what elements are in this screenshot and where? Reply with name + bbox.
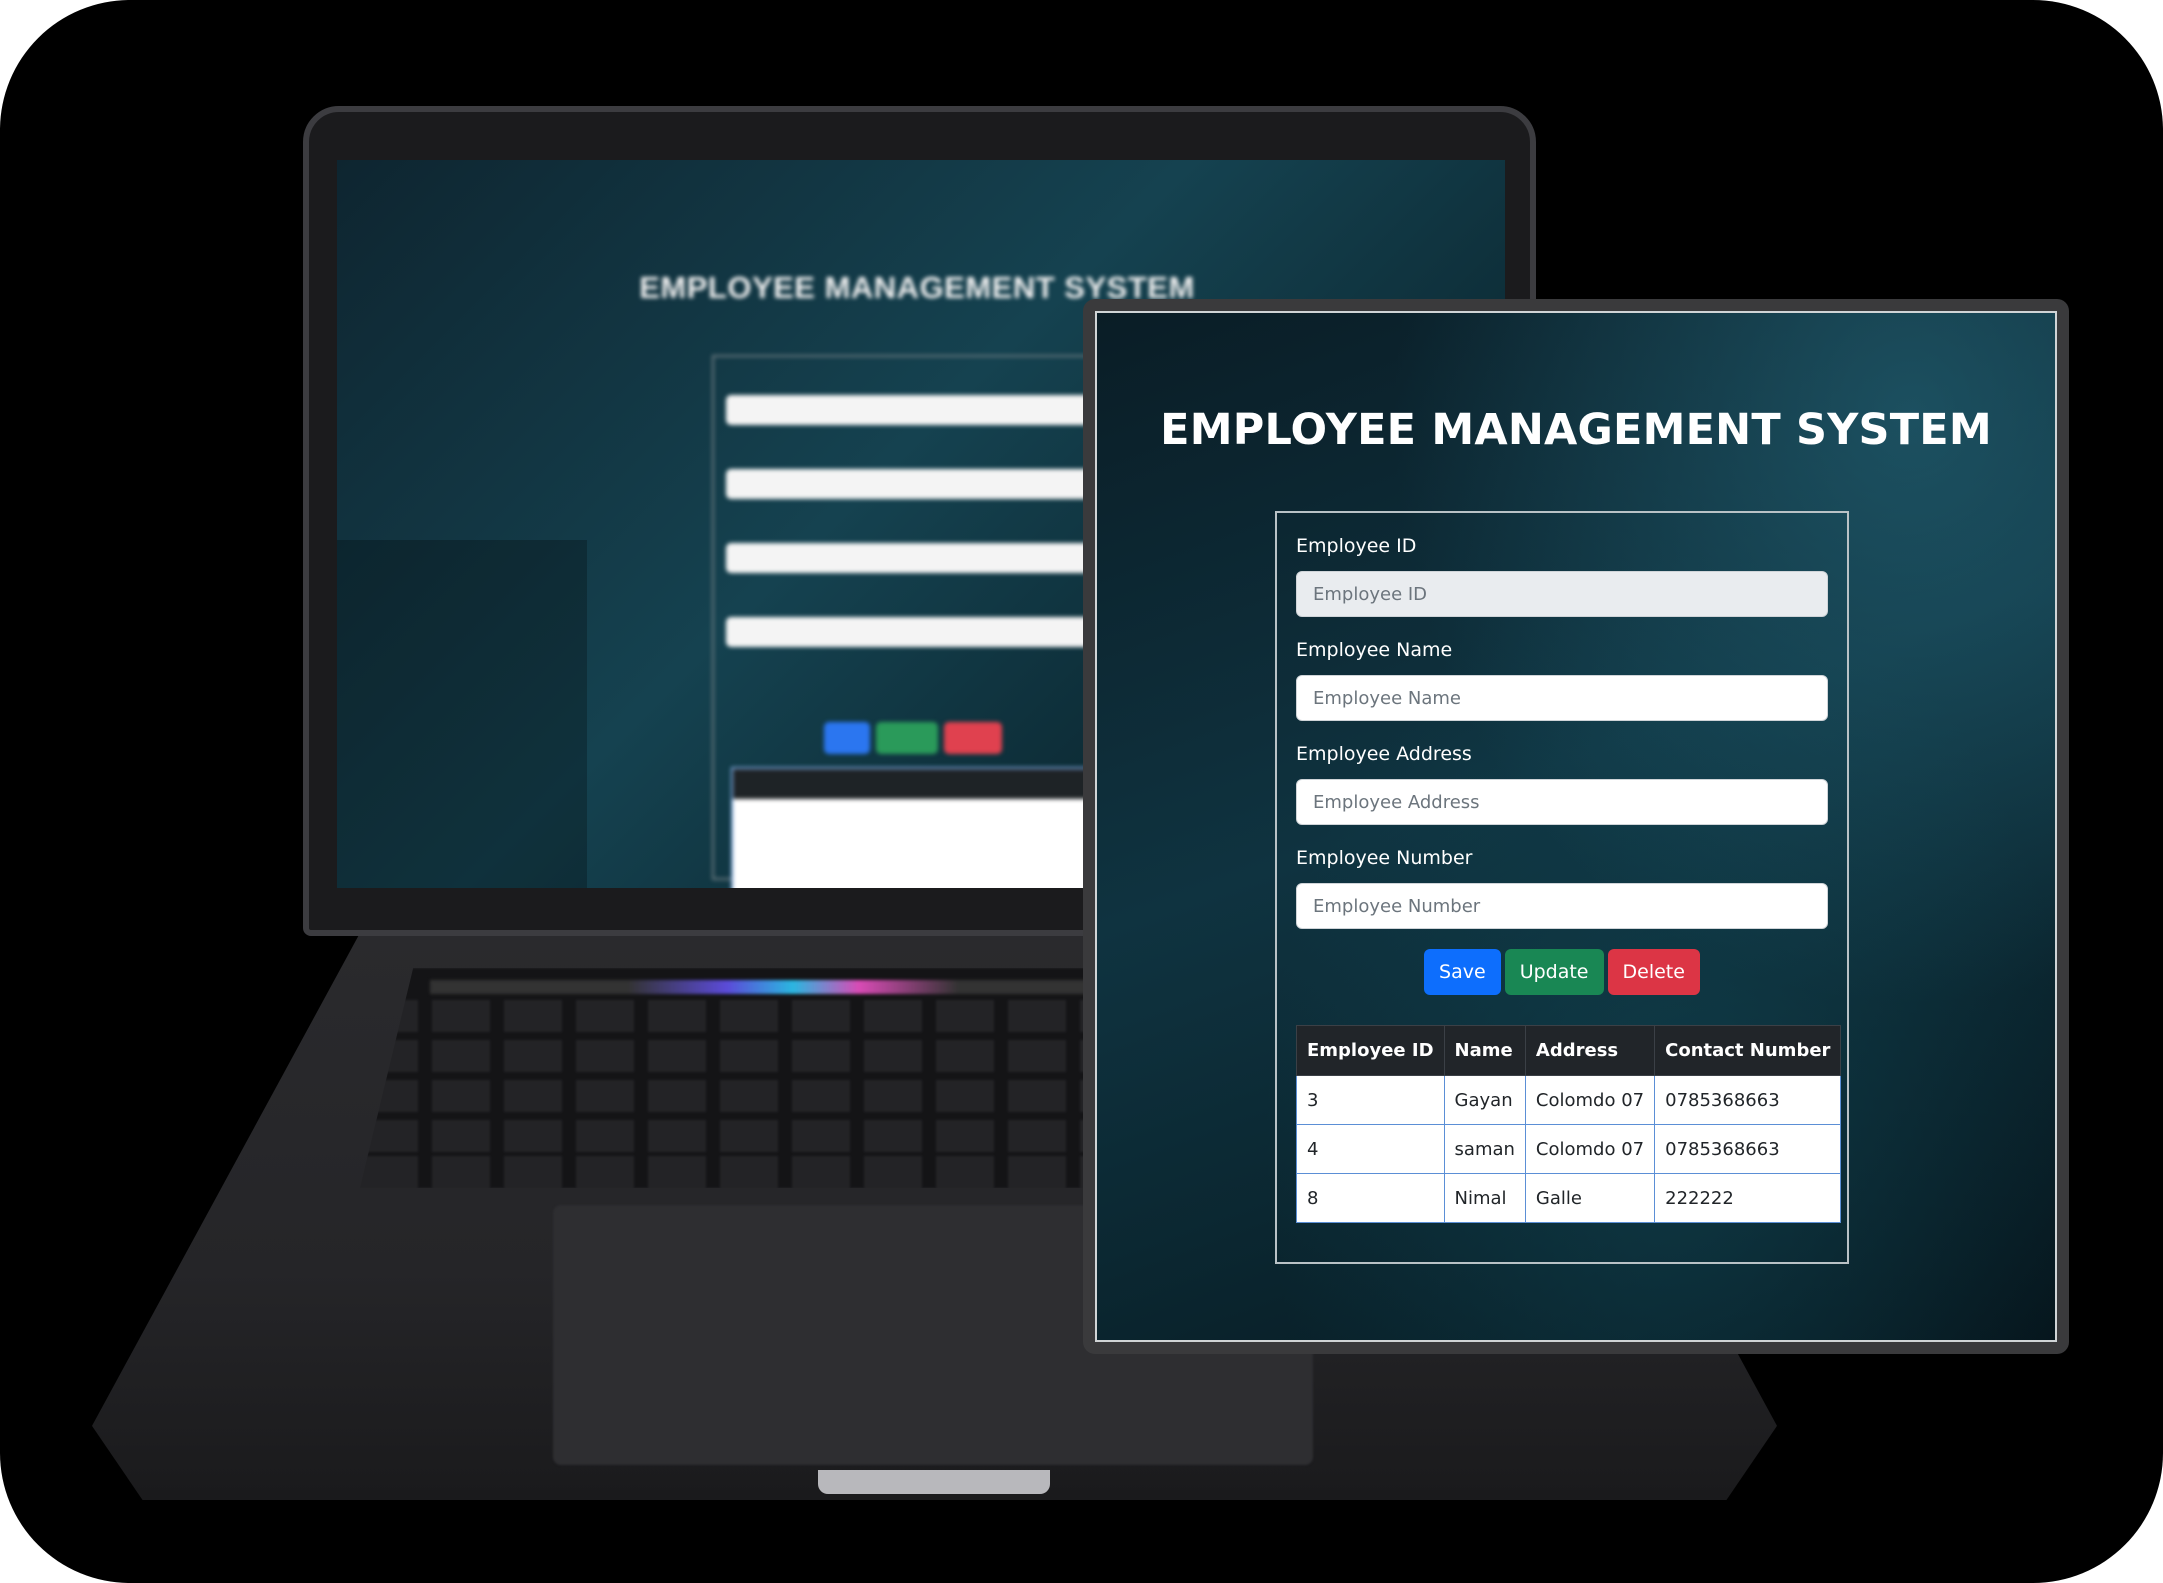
corner-accent — [0, 0, 70, 70]
mockup-frame: EMPLOYEE MANAGEMENT SYSTEM EMPLOYEE MANA… — [0, 0, 2163, 1583]
table-row[interactable]: 8 Nimal Galle 222222 — [1296, 1173, 1842, 1223]
save-button[interactable]: Save — [1424, 949, 1501, 995]
page-title: EMPLOYEE MANAGEMENT SYSTEM — [1160, 405, 1992, 455]
employee-number-input[interactable] — [1296, 883, 1828, 929]
corner-accent — [2073, 1493, 2163, 1583]
update-button[interactable]: Update — [1504, 949, 1604, 995]
cell-employee-id: 4 — [1296, 1124, 1445, 1174]
laptop-touchbar — [430, 980, 1090, 994]
employee-id-input[interactable] — [1296, 571, 1828, 617]
cell-address: Colomdo 07 — [1524, 1124, 1656, 1174]
laptop-app-form — [712, 355, 1132, 888]
laptop-notch — [818, 1470, 1050, 1494]
delete-button[interactable]: Delete — [1607, 949, 1700, 995]
employee-form: Employee ID Employee Name Employee Addre… — [1275, 511, 1849, 1264]
employee-number-label: Employee Number — [1296, 847, 1473, 869]
cell-address: Galle — [1524, 1173, 1656, 1223]
employee-address-input[interactable] — [1296, 779, 1828, 825]
cell-contact-number: 0785368663 — [1654, 1075, 1842, 1125]
cell-name: saman — [1443, 1124, 1526, 1174]
table-row[interactable]: 4 saman Colomdo 07 0785368663 — [1296, 1124, 1842, 1174]
cell-name: Nimal — [1443, 1173, 1526, 1223]
cell-name: Gayan — [1443, 1075, 1526, 1125]
column-header-employee-id: Employee ID — [1296, 1025, 1445, 1076]
laptop-keyboard — [360, 968, 1120, 1188]
table-header-row: Employee ID Name Address Contact Number — [1296, 1025, 1842, 1076]
cell-contact-number: 222222 — [1654, 1173, 1842, 1223]
form-actions: Save Update Delete — [1277, 949, 1847, 995]
employee-id-label: Employee ID — [1296, 535, 1417, 557]
table-row[interactable]: 3 Gayan Colomdo 07 0785368663 — [1296, 1075, 1842, 1125]
column-header-contact-number: Contact Number — [1654, 1025, 1842, 1076]
cell-address: Colomdo 07 — [1524, 1075, 1656, 1125]
employee-name-input[interactable] — [1296, 675, 1828, 721]
column-header-name: Name — [1443, 1025, 1526, 1076]
cell-contact-number: 0785368663 — [1654, 1124, 1842, 1174]
cell-employee-id: 8 — [1296, 1173, 1445, 1223]
employee-address-label: Employee Address — [1296, 743, 1472, 765]
employee-name-label: Employee Name — [1296, 639, 1453, 661]
employee-table: Employee ID Name Address Contact Number … — [1296, 1025, 1842, 1223]
cell-employee-id: 3 — [1296, 1075, 1445, 1125]
app-window: EMPLOYEE MANAGEMENT SYSTEM Employee ID E… — [1083, 299, 2069, 1354]
app-page: EMPLOYEE MANAGEMENT SYSTEM Employee ID E… — [1095, 311, 2057, 1342]
column-header-address: Address — [1524, 1025, 1656, 1076]
